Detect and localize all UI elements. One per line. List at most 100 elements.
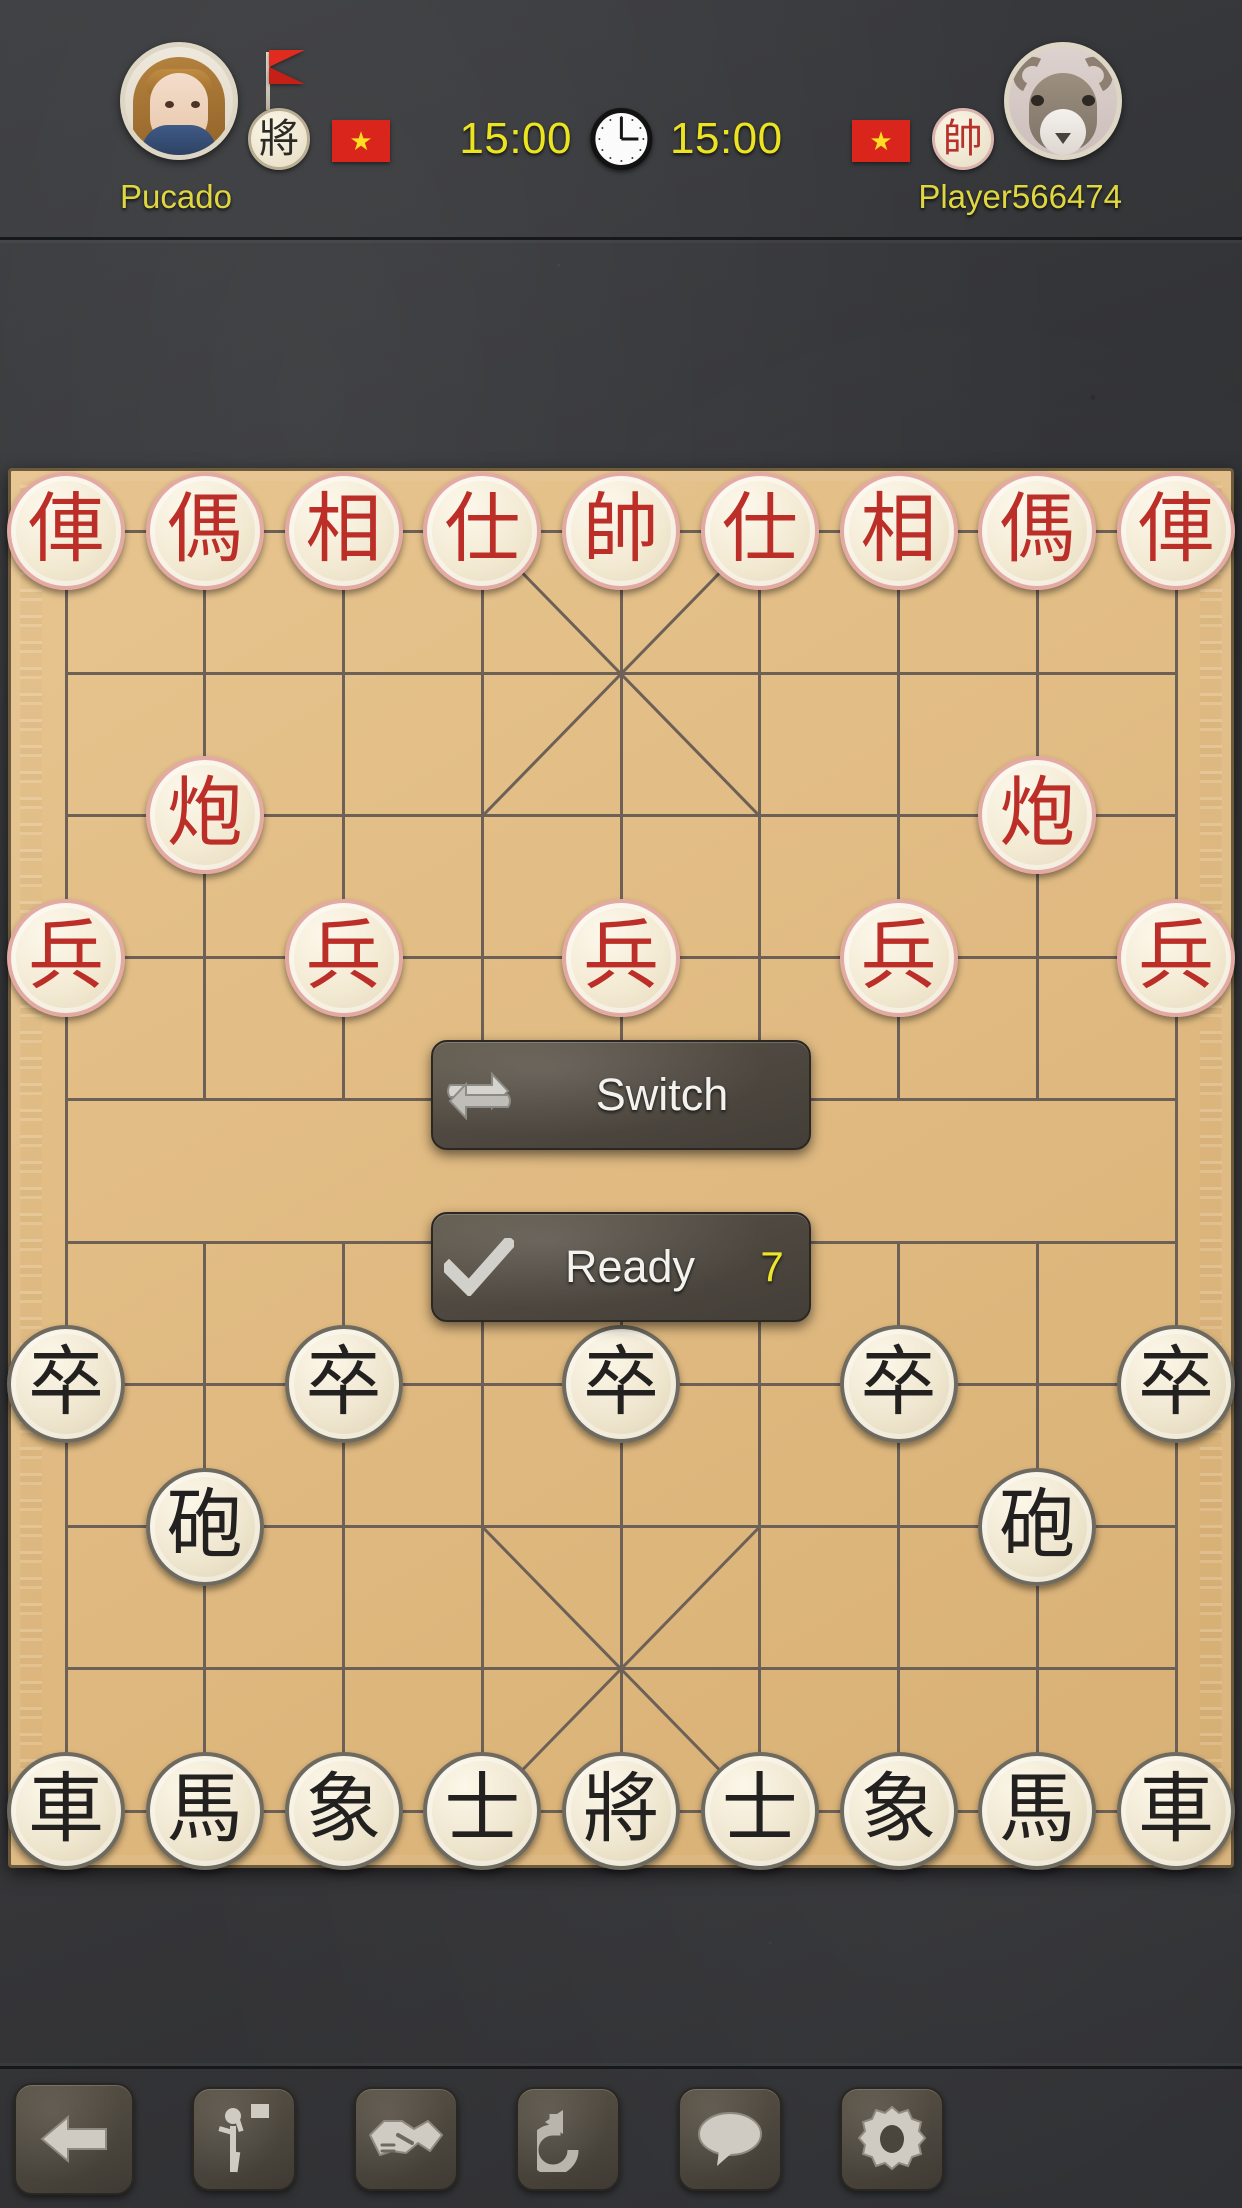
resign-button[interactable]	[192, 2086, 296, 2191]
board-piece[interactable]: 馬	[145, 1752, 264, 1870]
board-piece[interactable]: 砲	[145, 1467, 264, 1586]
chat-bubble-icon	[695, 2110, 765, 2168]
vietnam-flag-icon: ★	[332, 120, 390, 162]
player-name-right: Player566474	[918, 178, 1122, 215]
board-piece[interactable]: 帥	[562, 472, 680, 590]
piece-glyph: 兵	[583, 910, 659, 1000]
ready-label: Ready	[564, 1241, 696, 1292]
board-piece[interactable]: 車	[1117, 1752, 1235, 1870]
board-grid: 俥傌相仕帥仕相傌俥炮炮兵兵兵兵兵卒卒卒卒卒砲砲車馬象士將士象馬車	[7, 472, 1235, 1870]
board-piece[interactable]: 砲	[978, 1467, 1097, 1586]
board-piece[interactable]: 將	[562, 1752, 680, 1870]
board-piece[interactable]: 兵	[284, 898, 403, 1017]
board-piece[interactable]: 車	[7, 1752, 125, 1870]
gear-icon	[858, 2105, 926, 2173]
piece-glyph: 炮	[166, 768, 243, 858]
piece-glyph: 兵	[1138, 910, 1214, 1000]
piece-glyph: 馬	[166, 1764, 243, 1853]
board-piece[interactable]: 炮	[145, 756, 264, 875]
clock-right: 15:00	[670, 114, 783, 163]
piece-glyph: 兵	[28, 910, 104, 1000]
switch-label: Switch	[595, 1069, 729, 1120]
xiangqi-board[interactable]: 俥傌相仕帥仕相傌俥炮炮兵兵兵兵兵卒卒卒卒卒砲砲車馬象士將士象馬車	[7, 468, 1235, 1870]
draw-button[interactable]	[354, 2086, 458, 2191]
piece-glyph: 傌	[999, 484, 1076, 573]
player-header-bar: 將 ★ Pucado 15:00 15:00 帥 ★ Player566474	[0, 0, 1242, 240]
back-arrow-icon	[38, 2111, 110, 2167]
board-piece[interactable]: 士	[423, 1752, 542, 1870]
board-piece[interactable]: 俥	[1117, 472, 1235, 590]
clock-left: 15:00	[459, 114, 572, 163]
avatar[interactable]	[120, 42, 238, 160]
xiangqi-game-screen: 將 ★ Pucado 15:00 15:00 帥 ★ Player566474 …	[0, 0, 1242, 2208]
board-piece[interactable]: 卒	[7, 1325, 125, 1444]
piece-glyph: 將	[583, 1764, 659, 1853]
side-piece-badge-red: 帥	[932, 108, 994, 170]
piece-glyph: 士	[721, 1764, 798, 1853]
piece-glyph: 卒	[28, 1337, 104, 1427]
board-piece[interactable]: 俥	[7, 472, 125, 590]
piece-glyph: 仕	[721, 484, 798, 573]
piece-glyph: 兵	[860, 910, 937, 1000]
board-piece[interactable]: 仕	[700, 472, 819, 590]
piece-glyph: 卒	[860, 1337, 937, 1427]
piece-glyph: 相	[305, 484, 382, 573]
resign-flag-person-icon	[213, 2103, 275, 2174]
board-piece[interactable]: 兵	[562, 898, 680, 1017]
board-piece[interactable]: 象	[284, 1752, 403, 1870]
board-file-line	[1174, 531, 1178, 1811]
board-piece[interactable]: 相	[839, 472, 958, 590]
piece-glyph: 馬	[999, 1764, 1076, 1853]
avatar[interactable]	[1004, 42, 1122, 160]
board-piece[interactable]: 仕	[423, 472, 542, 590]
board-piece[interactable]: 馬	[978, 1752, 1097, 1870]
board-piece[interactable]: 兵	[1117, 898, 1235, 1017]
swap-arrows-icon	[433, 1065, 525, 1125]
board-piece[interactable]: 兵	[7, 898, 125, 1017]
switch-button[interactable]: Switch	[431, 1040, 811, 1150]
piece-glyph: 仕	[444, 484, 521, 573]
bottom-toolbar	[0, 2066, 1242, 2208]
piece-glyph: 車	[28, 1764, 104, 1853]
board-piece[interactable]: 炮	[978, 756, 1097, 875]
back-button[interactable]	[14, 2082, 134, 2195]
piece-glyph: 象	[860, 1764, 937, 1853]
piece-glyph: 卒	[1138, 1337, 1214, 1427]
piece-glyph: 象	[305, 1764, 382, 1853]
piece-glyph: 傌	[166, 484, 243, 573]
piece-glyph: 砲	[999, 1479, 1076, 1569]
board-piece[interactable]: 象	[839, 1752, 958, 1870]
analog-clock-icon	[590, 108, 652, 170]
checkmark-icon	[433, 1238, 525, 1296]
handshake-icon	[368, 2113, 444, 2165]
board-piece[interactable]: 卒	[562, 1325, 680, 1444]
ready-button[interactable]: Ready 7	[431, 1212, 811, 1322]
chat-button[interactable]	[678, 2086, 782, 2191]
red-pennant-icon	[260, 48, 316, 110]
board-piece[interactable]: 卒	[1117, 1325, 1235, 1444]
undo-button[interactable]	[516, 2086, 620, 2191]
board-file-line	[64, 531, 68, 1811]
piece-glyph: 卒	[583, 1337, 659, 1427]
piece-glyph: 砲	[166, 1479, 243, 1569]
piece-glyph: 士	[444, 1764, 521, 1853]
board-piece[interactable]: 兵	[839, 898, 958, 1017]
board-piece[interactable]: 卒	[284, 1325, 403, 1444]
piece-glyph: 車	[1138, 1764, 1214, 1853]
piece-glyph: 俥	[28, 484, 104, 573]
board-piece[interactable]: 相	[284, 472, 403, 590]
piece-glyph: 炮	[999, 768, 1076, 858]
board-piece[interactable]: 卒	[839, 1325, 958, 1444]
board-piece[interactable]: 傌	[145, 472, 264, 590]
side-piece-badge-black: 將	[248, 108, 310, 170]
piece-glyph: 帥	[583, 484, 659, 573]
match-clocks: 15:00 15:00	[459, 108, 782, 170]
ready-countdown: 7	[760, 1243, 784, 1290]
board-piece[interactable]: 士	[700, 1752, 819, 1870]
board-piece[interactable]: 傌	[978, 472, 1097, 590]
piece-glyph: 相	[860, 484, 937, 573]
settings-button[interactable]	[840, 2086, 944, 2191]
piece-glyph: 卒	[305, 1337, 382, 1427]
undo-arrow-icon	[537, 2106, 599, 2172]
piece-glyph: 兵	[305, 910, 382, 1000]
